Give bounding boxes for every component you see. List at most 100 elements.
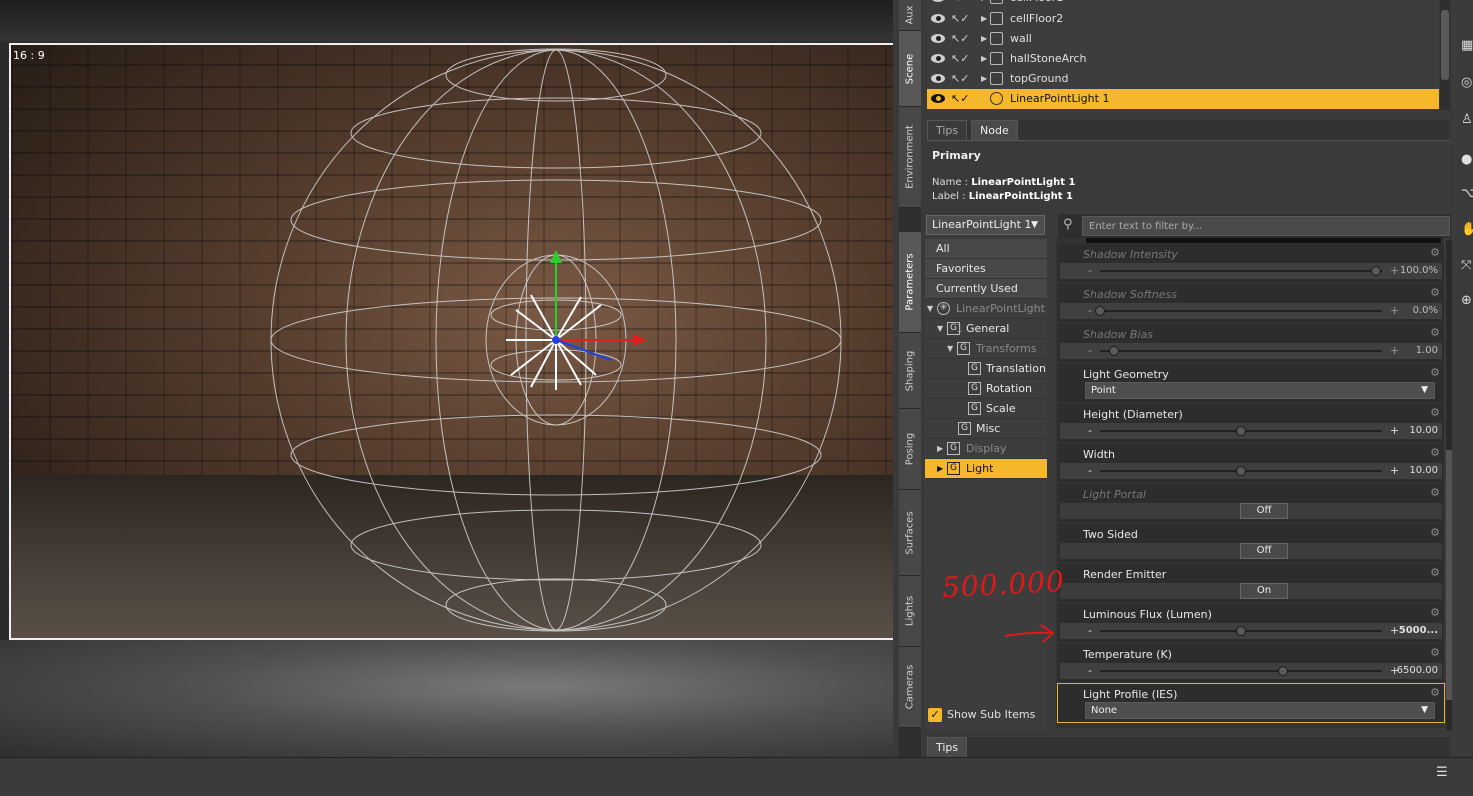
globe-icon[interactable]: ⊕ [1461,293,1473,309]
visibility-eye-icon[interactable] [931,94,945,103]
group-misc[interactable]: G Misc [925,419,1047,439]
group-scale[interactable]: G Scale [925,399,1047,419]
selectable-cursor-icon[interactable]: ↖✓ [951,9,969,29]
visibility-eye-icon[interactable] [931,74,945,83]
gear-icon[interactable]: ⚙ [1430,686,1440,699]
tab-parameters[interactable]: Parameters [899,232,921,333]
param-render-emitter[interactable]: Render Emitter ⚙ On [1058,564,1444,602]
slider-knob[interactable] [1095,306,1105,316]
decrement-button[interactable]: - [1088,463,1092,479]
filter-favorites[interactable]: Favorites [925,259,1047,279]
figure-icon[interactable]: ♙ [1461,112,1473,128]
param-shadow-softness[interactable]: Shadow Softness ⚙ - +0.0% [1058,284,1444,322]
gear-icon[interactable]: ⚙ [1430,286,1440,299]
param-value[interactable]: 10.00 [1409,423,1438,439]
tab-node[interactable]: Node [971,120,1018,140]
tab-aux[interactable]: Aux [899,0,921,31]
visibility-eye-icon[interactable] [931,54,945,63]
param-height-diameter[interactable]: Height (Diameter) ⚙ - +10.00 [1058,404,1444,442]
decrement-button[interactable]: - [1088,303,1092,319]
filter-all[interactable]: All [925,239,1047,259]
group-node-root[interactable]: ▼ ✳ LinearPointLight 1 [925,299,1047,335]
expand-arrow-icon[interactable]: ▶ [937,439,943,459]
param-shadow-bias[interactable]: Shadow Bias ⚙ - +1.00 [1058,324,1444,362]
pose-tool-icon[interactable]: ✋ [1461,222,1473,238]
expand-arrow-icon[interactable]: ▶ [981,9,987,29]
param-slider[interactable]: - +5000... [1060,623,1442,639]
tree-row-topground[interactable]: ↖✓ ▶ topGround [927,69,1439,89]
group-light[interactable]: ▶ G Light [925,459,1047,479]
visibility-eye-icon[interactable] [931,14,945,23]
expand-arrow-icon[interactable]: ▶ [981,69,987,89]
group-general[interactable]: ▼ G General [925,319,1047,339]
selectable-cursor-icon[interactable]: ↖✓ [951,29,969,49]
filter-currently-used[interactable]: Currently Used [925,279,1047,299]
decrement-button[interactable]: - [1088,663,1092,679]
param-temperature-k[interactable]: Temperature (K) ⚙ - +6500.00 [1058,644,1444,682]
param-value[interactable]: 6500.00 [1397,663,1438,679]
param-dropdown[interactable]: None ▼ [1085,702,1435,719]
decrement-button[interactable]: - [1088,263,1092,279]
slider-knob[interactable] [1109,346,1120,356]
expand-arrow-icon[interactable]: ▶ [981,29,987,49]
expand-arrow-icon[interactable]: ▶ [981,0,987,8]
tree-scrollbar-thumb[interactable] [1441,10,1449,80]
visibility-eye-icon[interactable] [931,0,945,2]
transform-tool-icon[interactable]: ⤧ [1461,258,1473,274]
group-transforms[interactable]: ▼ G Transforms [925,339,1047,359]
filter-input[interactable] [1082,216,1450,236]
tree-row-linearpointlight[interactable]: ↖✓ LinearPointLight 1 [927,89,1439,109]
decrement-button[interactable]: - [1088,343,1092,359]
expand-arrow-icon[interactable]: ▶ [937,459,943,479]
gear-icon[interactable]: ⚙ [1430,446,1440,459]
node-select-dropdown[interactable]: LinearPointLight 1 ▼ [926,215,1045,235]
param-slider[interactable]: - +10.00 [1060,423,1442,439]
slider-track[interactable] [1100,350,1382,352]
tab-environment[interactable]: Environment [899,107,921,208]
gear-icon[interactable]: ⚙ [1430,406,1440,419]
gear-icon[interactable]: ⚙ [1430,606,1440,619]
sphere-icon[interactable]: ● [1461,152,1473,168]
slider-track[interactable] [1100,670,1382,672]
param-slider[interactable]: - +6500.00 [1060,663,1442,679]
param-slider[interactable]: - +0.0% [1060,303,1442,319]
selectable-cursor-icon[interactable]: ↖✓ [951,89,969,109]
tree-row-cellfloor1[interactable]: ↖✓ ▶ cellFloor1 [927,0,1439,8]
toggle-button[interactable]: Off [1240,543,1288,559]
param-value[interactable]: 100.0% [1400,263,1438,279]
tree-row-cellfloor2[interactable]: ↖✓ ▶ cellFloor2 [927,9,1439,29]
param-value[interactable]: 10.00 [1409,463,1438,479]
group-rotation[interactable]: G Rotation [925,379,1047,399]
collapse-arrow-icon[interactable]: ▼ [937,319,943,339]
tab-tips[interactable]: Tips [927,120,968,140]
slider-knob[interactable] [1236,426,1246,436]
node-tool-icon[interactable]: ⌥ [1461,186,1473,202]
gear-icon[interactable]: ⚙ [1430,366,1440,379]
slider-knob[interactable] [1236,466,1246,476]
toggle-button[interactable]: Off [1240,503,1288,519]
param-width[interactable]: Width ⚙ - +10.00 [1058,444,1444,482]
selectable-cursor-icon[interactable]: ↖✓ [951,69,969,89]
tree-row-wall[interactable]: ↖✓ ▶ wall [927,29,1439,49]
slider-track[interactable] [1100,310,1382,312]
param-two-sided[interactable]: Two Sided ⚙ Off [1058,524,1444,562]
param-value[interactable]: 1.00 [1416,343,1438,359]
slider-track[interactable] [1100,270,1382,272]
selectable-cursor-icon[interactable]: ↖✓ [951,49,969,69]
param-shadow-intensity[interactable]: Shadow Intensity ⚙ - +100.0% [1058,244,1444,282]
param-light-portal[interactable]: Light Portal ⚙ Off [1058,484,1444,522]
increment-button[interactable]: + [1390,303,1399,319]
tab-tips-bottom[interactable]: Tips [927,737,968,757]
param-slider[interactable]: - +1.00 [1060,343,1442,359]
slider-knob[interactable] [1236,626,1246,636]
param-value[interactable]: 5000... [1399,623,1438,639]
param-light-geometry[interactable]: Light Geometry ⚙ Point ▼ [1058,364,1444,402]
toggle-button[interactable]: On [1240,583,1288,599]
tab-posing[interactable]: Posing [899,409,921,490]
param-slider[interactable]: - +100.0% [1060,263,1442,279]
slider-knob[interactable] [1371,266,1382,276]
gear-icon[interactable]: ⚙ [1430,486,1440,499]
target-icon[interactable]: ◎ [1461,75,1473,91]
light-gizmo[interactable] [11,45,893,640]
gear-icon[interactable]: ⚙ [1430,246,1440,259]
